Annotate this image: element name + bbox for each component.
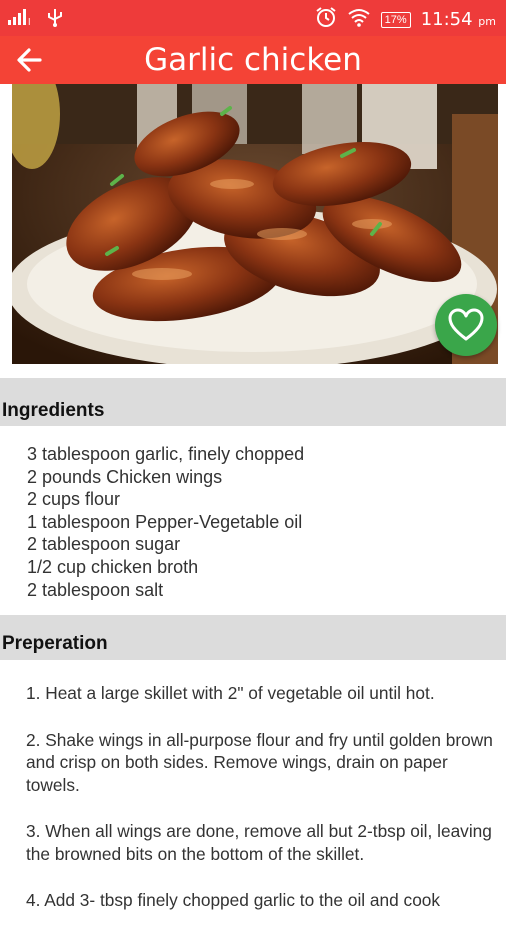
favorite-button[interactable] xyxy=(435,294,497,356)
clock: 11:54 pm xyxy=(421,9,496,30)
clock-ampm: pm xyxy=(478,15,496,28)
status-bar: l 17% 11:54 pm xyxy=(0,0,506,36)
alarm-icon xyxy=(315,6,337,33)
ingredient-item: 2 cups flour xyxy=(27,489,121,510)
ingredient-item: 1 tablespoon Pepper-Vegetable oil xyxy=(27,511,303,532)
wifi-icon xyxy=(347,7,371,32)
ingredients-heading: Ingredients xyxy=(0,378,506,426)
ingredient-item: 3 tablespoon garlic, finely chopped xyxy=(27,444,305,464)
ingredient-item: 2 tablespoon salt xyxy=(27,579,164,600)
ingredient-item: 1/2 cup chicken broth xyxy=(27,556,199,577)
preparation-heading: Preperation xyxy=(0,615,506,660)
ingredient-item: 2 tablespoon sugar xyxy=(27,534,181,555)
signal-icon: l xyxy=(8,8,34,31)
app-toolbar: Garlic chicken xyxy=(0,36,506,84)
battery-icon: 17% xyxy=(380,11,411,28)
ingredients-list: 3 tablespoon garlic, finely chopped 2 po… xyxy=(27,443,304,601)
clock-time: 11:54 xyxy=(420,9,473,30)
preparation-steps: 1. Heat a large skillet with 2" of veget… xyxy=(26,682,498,936)
preparation-step: 4. Add 3- tbsp finely chopped garlic to … xyxy=(26,890,441,910)
svg-text:l: l xyxy=(28,18,31,26)
preparation-step: 1. Heat a large skillet with 2" of veget… xyxy=(26,683,435,703)
heart-icon xyxy=(448,308,484,341)
preparation-step: 3. When all wings are done, remove all b… xyxy=(26,821,492,864)
usb-icon xyxy=(46,7,64,32)
preparation-step: 2. Shake wings in all-purpose flour and … xyxy=(26,729,493,795)
recipe-image xyxy=(12,84,498,364)
page-title: Garlic chicken xyxy=(144,42,362,78)
ingredient-item: 2 pounds Chicken wings xyxy=(27,466,223,487)
